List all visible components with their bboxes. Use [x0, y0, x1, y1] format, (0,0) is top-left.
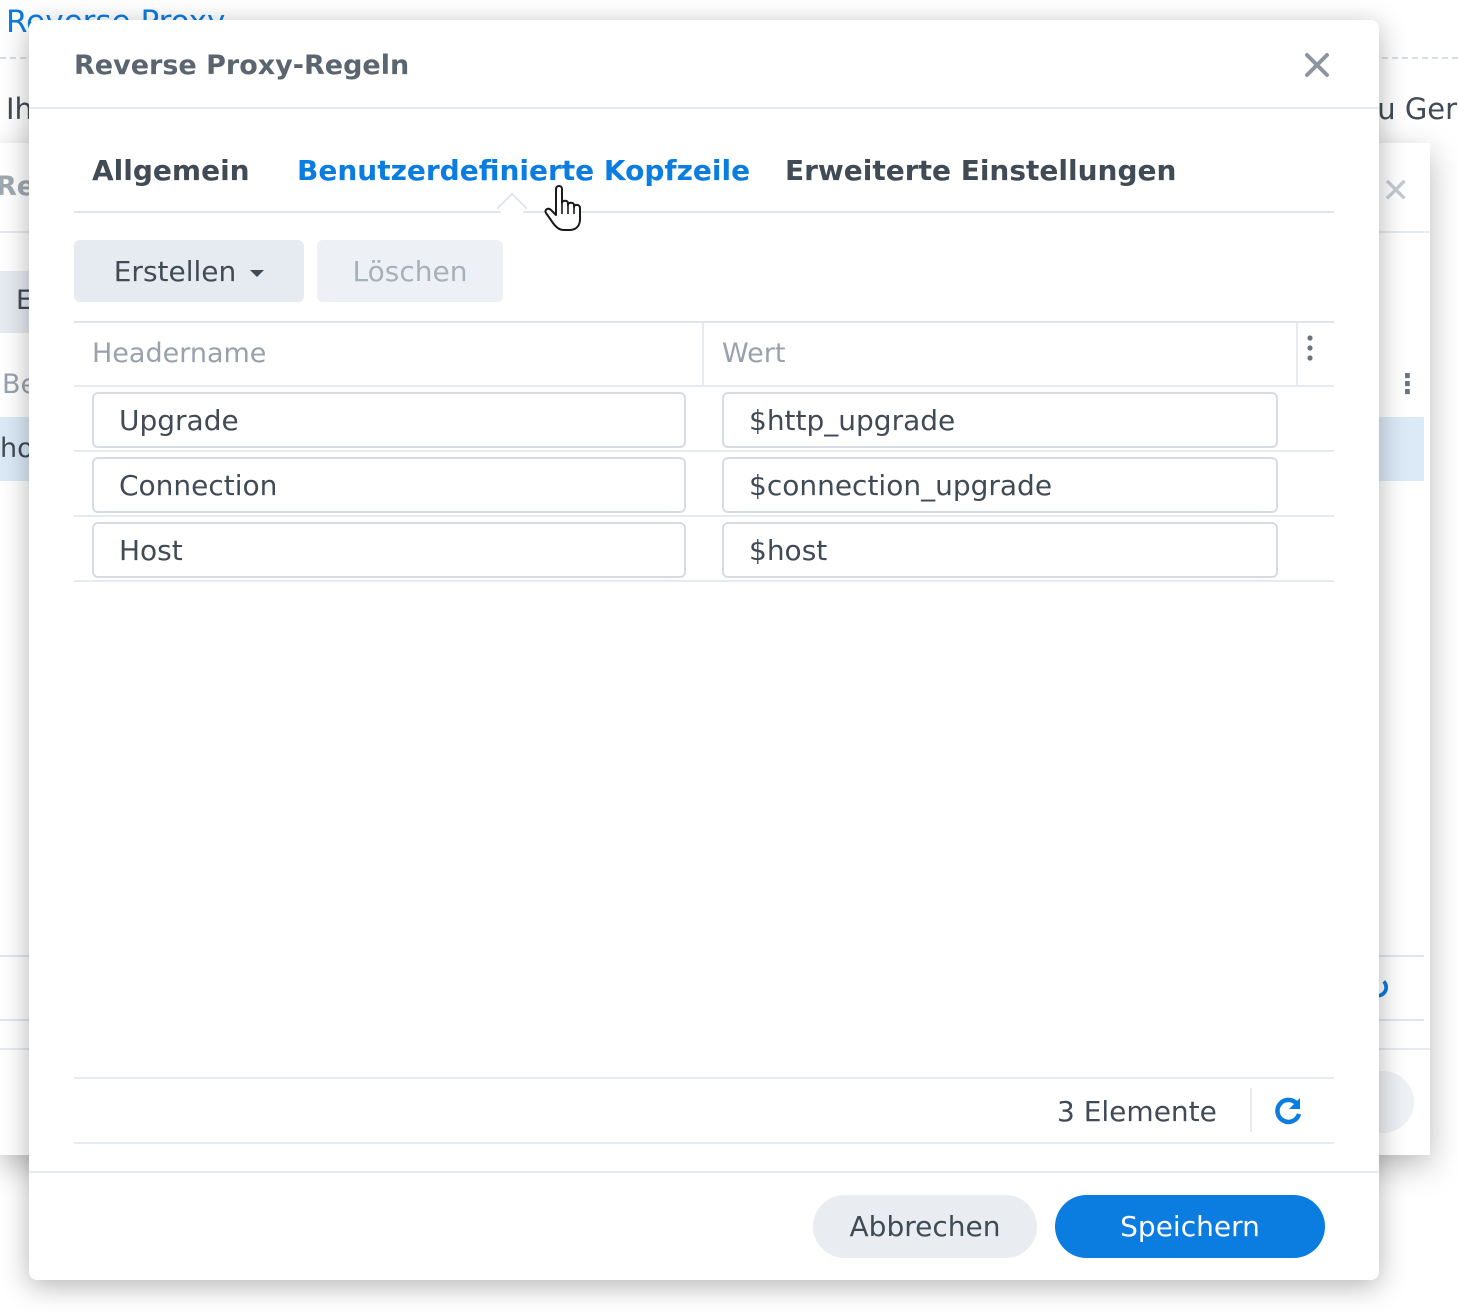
grid-header: Headername Wert	[74, 323, 1334, 385]
header-value-input[interactable]: $connection_upgrade	[722, 457, 1278, 513]
reverse-proxy-rules-dialog: Reverse Proxy-Regeln Allgemein Benutzerd…	[29, 20, 1379, 1280]
more-vertical-icon[interactable]	[1300, 335, 1320, 361]
header-name-input[interactable]: Upgrade	[92, 392, 686, 448]
grid-footer-divider	[74, 1077, 1334, 1079]
create-button-label: Erstellen	[113, 254, 237, 288]
header-value-input[interactable]: $http_upgrade	[722, 392, 1278, 448]
chevron-down-icon	[250, 269, 265, 277]
refresh-icon[interactable]	[1270, 1094, 1306, 1130]
hand-pointer-icon	[544, 185, 581, 231]
footer-separator	[1250, 1088, 1252, 1132]
dialog-footer-divider	[29, 1171, 1379, 1173]
background-column-menu-icon[interactable]: ⋮	[1394, 369, 1421, 400]
dialog-header-divider	[29, 107, 1379, 109]
close-icon-glyph	[1305, 53, 1329, 77]
header-value-input[interactable]: $host	[722, 522, 1278, 578]
column-header-headername[interactable]: Headername	[92, 338, 266, 369]
active-tab-indicator	[496, 192, 528, 224]
dialog-title: Reverse Proxy-Regeln	[74, 50, 410, 81]
column-separator[interactable]	[1296, 323, 1298, 385]
cancel-button[interactable]: Abbrechen	[813, 1195, 1037, 1258]
background-close-icon[interactable]: ✕	[1382, 171, 1411, 211]
column-separator[interactable]	[702, 323, 704, 385]
tab-custom-header[interactable]: Benutzerdefinierte Kopfzeile	[297, 154, 750, 187]
header-name-input[interactable]: Host	[92, 522, 686, 578]
tab-allgemein[interactable]: Allgemein	[92, 154, 250, 187]
create-button[interactable]: Erstellen	[74, 240, 304, 302]
item-count: 3 Elemente	[1057, 1095, 1217, 1128]
close-icon[interactable]	[1297, 46, 1337, 86]
grid-bottom-border	[74, 1142, 1334, 1144]
delete-button[interactable]: Löschen	[317, 240, 503, 302]
column-header-wert[interactable]: Wert	[722, 338, 785, 369]
table-row[interactable]: Upgrade $http_upgrade	[74, 387, 1334, 452]
header-name-input[interactable]: Connection	[92, 457, 686, 513]
save-button[interactable]: Speichern	[1055, 1195, 1325, 1258]
tab-bar-divider	[74, 211, 1334, 213]
column-menu-dots	[1307, 335, 1313, 361]
table-row[interactable]: Host $host	[74, 517, 1334, 582]
row-divider	[74, 580, 1334, 582]
delete-button-label: Löschen	[352, 254, 468, 288]
table-row[interactable]: Connection $connection_upgrade	[74, 452, 1334, 517]
tab-advanced-settings[interactable]: Erweiterte Einstellungen	[785, 154, 1176, 187]
